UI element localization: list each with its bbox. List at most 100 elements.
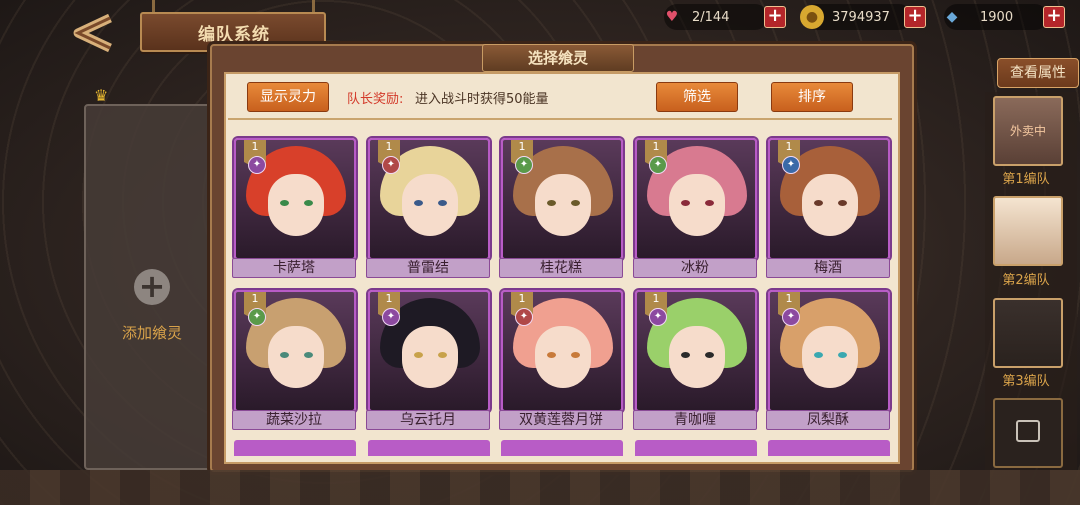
leader-bonus-text: 进入战斗时获得50能量 (415, 92, 549, 107)
plus-icon: + (134, 269, 170, 305)
crown-icon: ♛ (94, 86, 109, 105)
character-name: 蔬菜沙拉 (232, 410, 356, 430)
element-icon: ✦ (515, 156, 533, 174)
character-eye (414, 352, 423, 358)
character-face (268, 174, 324, 236)
add-gold-button[interactable]: + (904, 6, 926, 28)
character-card[interactable]: 1 ✦ 梅酒 (766, 138, 890, 278)
team-1-label: 第1编队 (1002, 172, 1050, 187)
team-2-label: 第2编队 (1002, 273, 1050, 288)
heart-icon: ♥ (665, 9, 679, 25)
character-face (669, 326, 725, 388)
character-card[interactable]: 1 ✦ 青咖喱 (633, 290, 757, 430)
character-name: 卡萨塔 (232, 258, 356, 278)
character-face (802, 174, 858, 236)
character-eye (547, 200, 556, 206)
element-icon: ✦ (382, 308, 400, 326)
character-portrait-frame: 1 ✦ (768, 138, 890, 260)
add-stamina-button[interactable]: + (764, 6, 786, 28)
character-eye (571, 200, 580, 206)
character-eye (705, 200, 714, 206)
character-card[interactable]: 1 ✦ 双黄莲蓉月饼 (499, 290, 623, 430)
character-name: 桂花糕 (499, 258, 623, 278)
element-icon: ✦ (649, 308, 667, 326)
character-eye (705, 352, 714, 358)
character-portrait-frame: 1 ✦ (635, 290, 757, 412)
page-title: 编队系统 (198, 25, 270, 45)
gem-value: 1900 (980, 9, 1014, 25)
element-icon: ✦ (382, 156, 400, 174)
team-1-thumbnail[interactable]: 外卖中 (993, 96, 1063, 166)
character-eye (280, 200, 289, 206)
team-list: 外卖中 第1编队 第2编队 第3编队 (985, 92, 1077, 505)
character-portrait-frame: 1 ✦ (368, 138, 490, 260)
character-face (669, 174, 725, 236)
back-button[interactable] (62, 10, 132, 56)
character-eye (571, 352, 580, 358)
character-eye (438, 200, 447, 206)
stamina-counter: ♥ 2/144 (664, 4, 768, 30)
character-card[interactable]: 1 ✦ 乌云托月 (366, 290, 490, 430)
character-face (535, 174, 591, 236)
partial-card[interactable] (635, 440, 757, 456)
partial-card[interactable] (368, 440, 490, 456)
character-face (402, 174, 458, 236)
modal-title: 选择飨灵 (482, 44, 634, 72)
gold-counter: ● 3794937 (800, 4, 912, 30)
character-eye (438, 352, 447, 358)
character-eye (814, 200, 823, 206)
stamina-value: 2/144 (692, 9, 730, 25)
character-eye (814, 352, 823, 358)
character-card[interactable]: 1 ✦ 桂花糕 (499, 138, 623, 278)
character-portrait-frame: 1 ✦ (501, 138, 623, 260)
sort-button[interactable]: 排序 (771, 82, 853, 112)
character-eye (280, 352, 289, 358)
element-icon: ✦ (515, 308, 533, 326)
character-eye (838, 200, 847, 206)
character-card[interactable]: 1 ✦ 冰粉 (633, 138, 757, 278)
element-icon: ✦ (782, 156, 800, 174)
character-name: 乌云托月 (366, 410, 490, 430)
element-icon: ✦ (782, 308, 800, 326)
filter-button[interactable]: 筛选 (656, 82, 738, 112)
locked-team-slot[interactable] (993, 398, 1063, 468)
character-card[interactable]: 1 ✦ 普雷结 (366, 138, 490, 278)
add-character-slot[interactable]: + 添加飨灵 (84, 104, 220, 470)
character-eye (547, 352, 556, 358)
coin-icon: ● (800, 5, 824, 29)
character-card[interactable]: 1 ✦ 凤梨酥 (766, 290, 890, 430)
character-name: 冰粉 (633, 258, 757, 278)
character-card[interactable]: 1 ✦ 卡萨塔 (232, 138, 356, 278)
gem-counter: ◆ 1900 (944, 4, 1048, 30)
add-gem-button[interactable]: + (1043, 6, 1065, 28)
bottom-decoration (0, 470, 1080, 505)
character-face (268, 326, 324, 388)
partial-card[interactable] (768, 440, 890, 456)
lock-icon (1016, 420, 1040, 442)
delivery-badge: 外卖中 (1009, 124, 1046, 138)
character-eye (838, 352, 847, 358)
character-portrait-frame: 1 ✦ (234, 290, 356, 412)
character-name: 普雷结 (366, 258, 490, 278)
header-divider (228, 118, 892, 120)
team-3-thumbnail[interactable] (993, 298, 1063, 368)
view-attributes-button[interactable]: 查看属性 (997, 58, 1079, 88)
show-power-button[interactable]: 显示灵力 (247, 82, 329, 112)
partial-card[interactable] (234, 440, 356, 456)
back-arrow-icon (73, 13, 112, 53)
character-portrait-frame: 1 ✦ (368, 290, 490, 412)
character-name: 凤梨酥 (766, 410, 890, 430)
character-name: 梅酒 (766, 258, 890, 278)
gold-value: 3794937 (832, 9, 890, 25)
team-2-thumbnail[interactable] (993, 196, 1063, 266)
element-icon: ✦ (248, 308, 266, 326)
character-portrait-frame: 1 ✦ (635, 138, 757, 260)
character-card[interactable]: 1 ✦ 蔬菜沙拉 (232, 290, 356, 430)
character-eye (681, 200, 690, 206)
add-character-label: 添加飨灵 (121, 324, 182, 342)
character-name: 青咖喱 (633, 410, 757, 430)
partial-card[interactable] (501, 440, 623, 456)
leader-bonus-label: 队长奖励: (347, 92, 404, 107)
crystal-icon: ◆ (946, 9, 958, 25)
element-icon: ✦ (649, 156, 667, 174)
